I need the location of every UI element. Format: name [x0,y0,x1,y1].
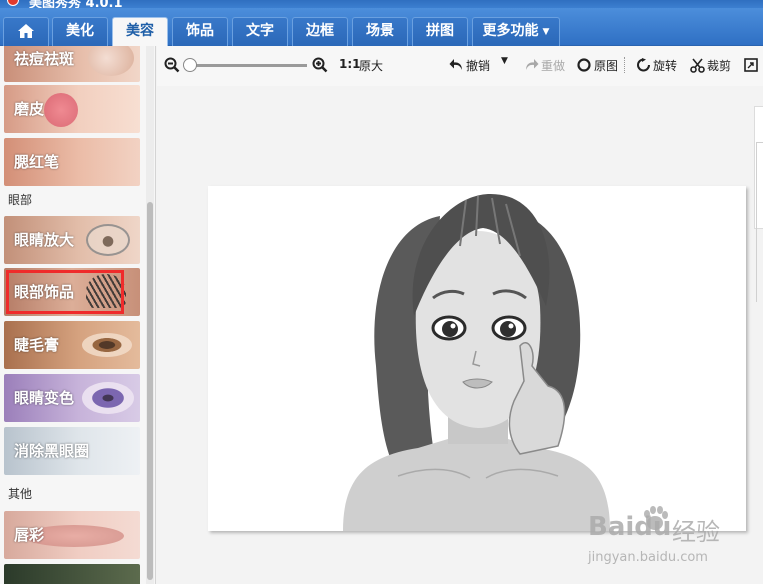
tab-accessories[interactable]: 饰品 [172,17,228,46]
partial-item-thumbnail [4,564,140,584]
original-image-button[interactable]: 原图 [594,57,618,74]
tab-frame[interactable]: 边框 [292,17,348,46]
highlight-box-eye-accessories [6,270,124,314]
zoom-in-icon[interactable] [312,57,328,73]
original-image-icon[interactable] [577,58,591,72]
sidebar-scrollbar-thumb[interactable] [147,202,153,580]
sidebar-item-eye-color[interactable]: 眼睛变色 [4,374,140,422]
crop-scissors-icon[interactable] [690,58,705,73]
dropdown-caret-icon: ▼ [542,27,550,37]
main-tab-bar: 美化 美容 饰品 文字 边框 场景 拼图 更多功能 ▼ [0,8,763,46]
zoom-ratio-button[interactable]: 1:1 [339,57,361,71]
image-toolbar: 1:1 原大 撤销 ▼ 重做 原图 旋转 裁剪 [157,46,763,86]
original-size-button[interactable]: 原大 [359,57,383,74]
collapsed-side-panel-edge [756,142,763,302]
tab-home[interactable] [3,17,49,46]
undo-button[interactable]: 撤销 [466,57,490,74]
zoom-out-icon[interactable] [164,57,180,73]
section-label-eyes: 眼部 [8,193,33,207]
title-bar: 美图秀秀 4.0.1 [0,0,763,8]
redo-icon[interactable] [524,58,539,72]
crop-button[interactable]: 裁剪 [707,57,731,74]
redo-button[interactable]: 重做 [541,57,565,74]
feature-sidebar: 祛痘祛斑 磨皮 腮红笔 眼部 眼睛放大 眼部饰品 睫毛膏 眼睛变色 消除黑眼圈 … [0,46,156,584]
sidebar-item-partial[interactable] [4,564,140,584]
tab-text[interactable]: 文字 [232,17,288,46]
rotate-icon[interactable] [636,58,651,72]
watermark-url: jingyan.baidu.com [588,550,708,565]
sidebar-item-mascara[interactable]: 睫毛膏 [4,321,140,369]
tab-more-features[interactable]: 更多功能 ▼ [472,17,560,46]
sidebar-item-lip-gloss[interactable]: 唇彩 [4,511,140,559]
portrait-illustration [208,186,746,531]
watermark-cn: 经验 [672,518,720,546]
app-title: 美图秀秀 4.0.1 [29,0,123,8]
edited-photo[interactable] [208,186,746,531]
zoom-slider-handle[interactable] [183,58,197,72]
sidebar-item-skin-smoothing[interactable]: 磨皮 [4,85,140,133]
home-icon [18,24,34,38]
tab-cosmetic[interactable]: 美容 [112,17,168,46]
sidebar-item-blush-pen[interactable]: 腮红笔 [4,138,140,186]
undo-icon[interactable] [449,58,464,72]
sidebar-item-eye-enlarge[interactable]: 眼睛放大 [4,216,140,264]
undo-history-caret-icon[interactable]: ▼ [501,56,508,66]
resize-image-icon[interactable] [744,58,759,72]
zoom-slider-track[interactable] [189,64,307,67]
app-logo-icon [7,0,19,6]
sidebar-item-dark-circle-removal[interactable]: 消除黑眼圈 [4,427,140,475]
section-label-other: 其他 [8,487,33,501]
sidebar-item-acne-removal[interactable]: 祛痘祛斑 [4,46,140,82]
tab-collage[interactable]: 拼图 [412,17,468,46]
tab-beautify[interactable]: 美化 [52,17,108,46]
baidu-paw-icon [644,506,668,530]
toolbar-separator [624,57,625,73]
baidu-jingyan-watermark: Baidu 经验 jingyan.baidu.com [580,490,763,584]
tab-scene[interactable]: 场景 [352,17,408,46]
rotate-button[interactable]: 旋转 [653,57,677,74]
